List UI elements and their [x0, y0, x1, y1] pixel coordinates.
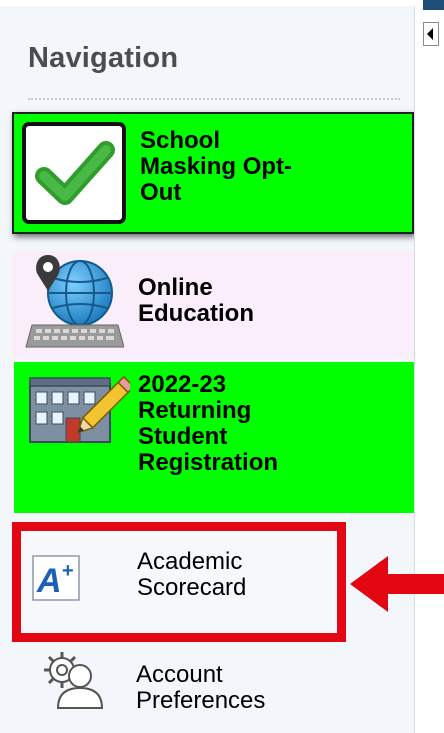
- checkmark-icon-graphic: [35, 141, 115, 205]
- page: Navigation School Masking Opt- Out Onlin…: [0, 0, 444, 733]
- nav-item-returning-student-registration[interactable]: 2022-23 Returning Student Registration: [14, 362, 414, 513]
- nav-item-label: School Masking Opt- Out: [140, 127, 293, 206]
- user-settings-icon: [44, 652, 104, 709]
- nav-item-account-preferences[interactable]: Account Preferences: [12, 646, 414, 733]
- checkmark-icon: [22, 122, 126, 224]
- navigation-title: Navigation: [28, 42, 179, 74]
- collapse-left-icon: [427, 28, 433, 40]
- nav-item-label: Academic Scorecard: [137, 548, 247, 601]
- top-accent-bar: [423, 0, 444, 10]
- navigation-sidebar: Navigation School Masking Opt- Out Onlin…: [0, 6, 415, 733]
- collapse-sidebar-button[interactable]: [423, 22, 439, 46]
- nav-item-label: 2022-23 Returning Student Registration: [138, 371, 279, 476]
- school-building-pencil-icon: [29, 375, 130, 443]
- nav-item-label: Online Education: [138, 274, 255, 327]
- nav-item-online-education[interactable]: Online Education: [12, 251, 414, 359]
- svg-text:A: A: [36, 562, 62, 600]
- navigation-divider: [28, 98, 400, 100]
- red-arrow-left-icon: [350, 556, 444, 612]
- nav-item-academic-scorecard[interactable]: A + Academic Scorecard: [12, 522, 346, 642]
- nav-item-label: Account Preferences: [136, 661, 266, 714]
- svg-text:+: +: [62, 560, 74, 582]
- nav-item-school-masking-opt-out[interactable]: School Masking Opt- Out: [12, 112, 414, 234]
- a-plus-grade-icon: A +: [32, 555, 80, 601]
- globe-keyboard-icon: [25, 255, 124, 348]
